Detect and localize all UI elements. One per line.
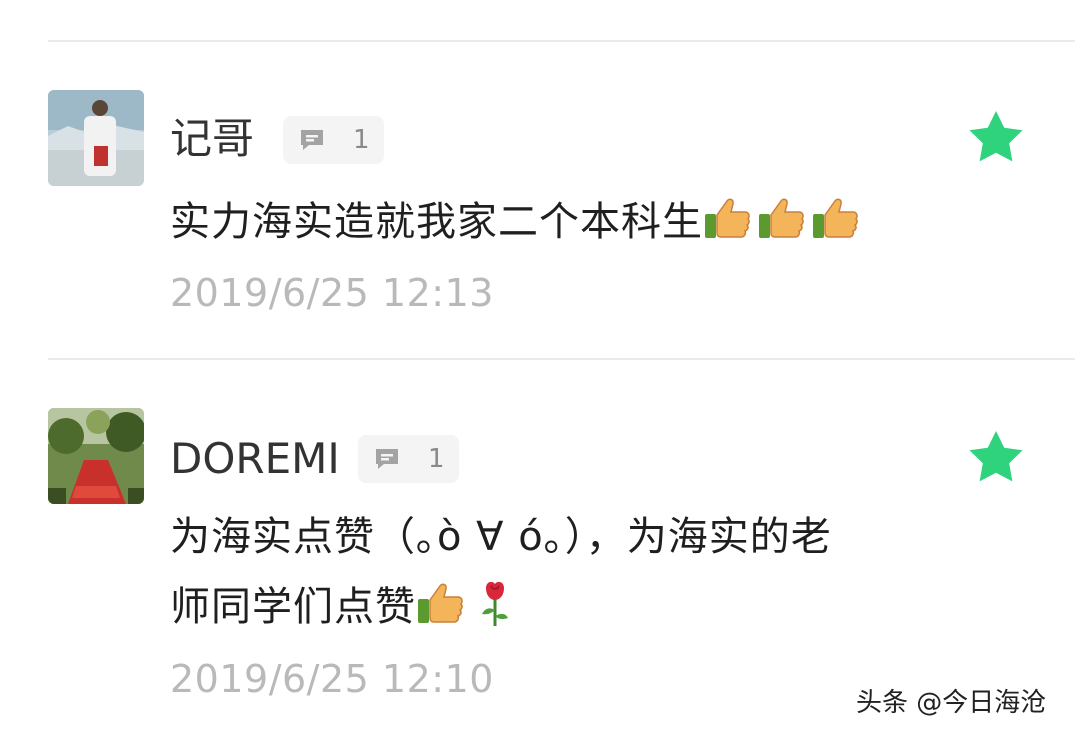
avatar[interactable] [48,408,144,504]
reply-count: 1 [428,444,445,474]
star-icon[interactable] [966,428,1026,488]
thumbs-up-emoji [703,193,753,243]
star-icon[interactable] [966,108,1026,168]
comment-bubble-icon [299,128,325,152]
comment-divider [48,358,1075,360]
thumbs-up-emoji [757,193,807,243]
comment-timestamp: 2019/6/25 12:10 [170,657,494,701]
comment-text: 实力海实造就我家二个本科生 [170,190,1030,254]
comment-text: 为海实点赞（｡ò ∀ ó｡），为海实的老 师同学们点赞 [170,505,1030,639]
comment-bubble-icon [374,447,400,471]
comment-text-body: 实力海实造就我家二个本科生 [170,199,703,245]
top-divider [48,40,1075,42]
watermark: 头条 @今日海沧 [856,688,1047,718]
thumbs-up-emoji [811,193,861,243]
comment-text-body: 师同学们点赞 [170,584,416,630]
comment-text-line: 师同学们点赞 [170,575,1030,639]
reply-badge[interactable]: 1 [358,435,459,483]
comment-author[interactable]: DOREMI [170,438,340,480]
reply-badge[interactable]: 1 [283,116,384,164]
comment-timestamp: 2019/6/25 12:13 [170,271,494,315]
comment-text-line: 为海实点赞（｡ò ∀ ó｡），为海实的老 [170,514,832,560]
thumbs-up-emoji [416,578,466,628]
avatar[interactable] [48,90,144,186]
comment-author[interactable]: 记哥 [170,118,254,160]
rose-emoji [470,578,520,628]
reply-count: 1 [353,125,370,155]
